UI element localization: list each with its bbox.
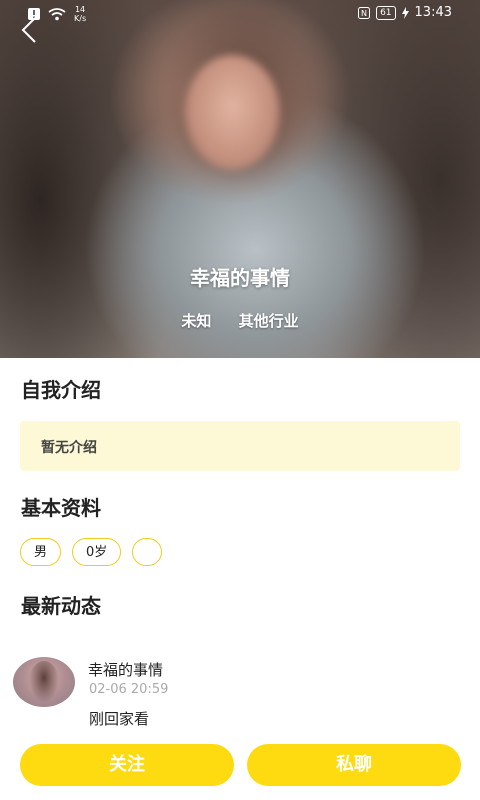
cover-photo-face [185,55,280,170]
profile-meta: 未知 其他行业 [0,310,480,331]
net-speed-unit: K/s [74,14,87,23]
status-bar: 14 K/s N 61 13:43 [0,0,480,28]
basic-info-tags: 男 0岁 [20,538,163,566]
status-right: N 61 13:43 [358,5,452,20]
post-timestamp: 02-06 20:59 [89,682,169,697]
intro-text: 暂无介绍 [41,440,97,456]
intro-section-title: 自我介绍 [21,378,101,402]
post-username: 幸福的事情 [88,661,164,679]
profile-cover: 14 K/s N 61 13:43 幸福的事情 未知 其他行业 [0,0,480,358]
svg-text:N: N [361,9,367,18]
net-speed-value: 14 [74,5,86,14]
net-speed: 14 K/s [74,5,86,23]
charging-icon [401,6,409,19]
profile-name: 幸福的事情 [190,266,290,290]
tag-gender: 男 [20,538,62,566]
wifi-icon [48,7,66,20]
nfc-icon: N [358,6,371,19]
avatar-photo [29,661,59,703]
feed-section-title: 最新动态 [21,594,101,618]
battery-level: 61 [376,5,396,20]
profile-industry: 其他行业 [238,312,299,330]
tag-age: 0岁 [72,538,122,566]
back-button[interactable] [18,16,42,44]
clock: 13:43 [414,5,452,20]
follow-button[interactable]: 关注 [20,744,234,786]
tag-empty [132,538,163,566]
message-button[interactable]: 私聊 [247,744,461,786]
chevron-left-icon [21,17,36,43]
basic-info-section-title: 基本资料 [21,496,101,520]
post-avatar[interactable] [13,657,75,707]
profile-status: 未知 [181,312,212,330]
intro-box: 暂无介绍 [20,421,460,471]
post-content: 刚回家看 [89,710,150,728]
